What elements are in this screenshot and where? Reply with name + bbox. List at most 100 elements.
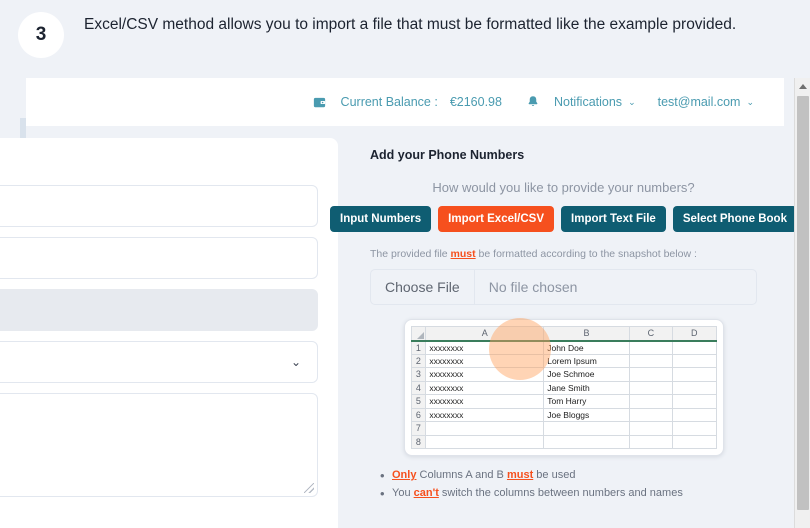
resize-handle-icon[interactable] [304, 483, 314, 493]
account-email[interactable]: test@mail.com [658, 95, 741, 109]
app-viewport: Current Balance : €2160.98 Notifications… [0, 78, 810, 528]
logo-placeholder[interactable] [40, 89, 124, 115]
cell-a1[interactable]: xxxxxxxx [425, 340, 545, 355]
cell-a2[interactable]: xxxxxxxx [425, 353, 545, 368]
spreadsheet-table: A B C D 1 xxxxxxxx John Doe 2 xxxxxxxx Lorem … [410, 326, 717, 449]
import-excel-csv-button[interactable]: Import Excel/CSV [438, 206, 555, 232]
file-status-text: No file chosen [488, 279, 578, 295]
cell-a8[interactable] [425, 434, 545, 449]
balance-value: €2160.98 [449, 95, 502, 109]
cell-d7[interactable] [672, 421, 717, 436]
cell-a5[interactable]: xxxxxxxx [425, 394, 545, 409]
import-text-file-button[interactable]: Import Text File [561, 206, 666, 232]
row-header: 2 [410, 353, 427, 368]
column-header-a: A [425, 326, 545, 342]
method-button-group: Input Numbers Import Excel/CSV Import Te… [330, 206, 797, 232]
cell-c2[interactable] [628, 353, 674, 368]
row-header: 4 [410, 380, 427, 395]
cell-a4[interactable]: xxxxxxxx [425, 380, 545, 395]
file-upload-row[interactable]: Choose File No file chosen [370, 269, 757, 305]
format-note-after: be formatted according to the snapshot b… [475, 248, 697, 260]
format-note-highlight: must [450, 248, 476, 260]
list-item: Only Columns A and B must be used [380, 465, 757, 487]
cell-a3[interactable]: xxxxxxxx [425, 367, 545, 382]
cell-d3[interactable] [672, 367, 717, 382]
spreadsheet-body: 1 xxxxxxxx John Doe 2 xxxxxxxx Lorem Ipsum 3 xx… [410, 340, 717, 449]
cell-c7[interactable] [628, 421, 674, 436]
column-header-b: B [543, 326, 630, 342]
cell-d4[interactable] [672, 380, 717, 395]
step-number-badge: 3 [18, 12, 64, 58]
table-row: 3 xxxxxxxx Joe Schmoe [410, 367, 717, 382]
row-header: 3 [410, 367, 427, 382]
select-all-corner-icon [410, 326, 427, 342]
cell-d1[interactable] [672, 340, 717, 355]
cell-c6[interactable] [628, 407, 674, 422]
input-numbers-button[interactable]: Input Numbers [330, 206, 432, 232]
table-row: 7 [410, 421, 717, 436]
cell-b4[interactable]: Jane Smith [543, 380, 630, 395]
table-row: 5 xxxxxxxx Tom Harry [410, 394, 717, 409]
table-row: 6 xxxxxxxx Joe Bloggs [410, 407, 717, 422]
row-header: 5 [410, 394, 427, 409]
cell-b1[interactable]: John Doe [543, 340, 630, 355]
row-header: 1 [410, 340, 427, 355]
cell-c3[interactable] [628, 367, 674, 382]
sender-name-field: Name [0, 289, 318, 331]
rule-highlight-1: can't [413, 487, 439, 500]
bell-icon[interactable] [517, 87, 548, 117]
cell-d6[interactable] [672, 407, 717, 422]
rule-mid: switch the columns between numbers and n… [438, 487, 683, 500]
rule-mid: Columns A and B [416, 469, 507, 481]
table-row: 1 xxxxxxxx John Doe [410, 340, 717, 355]
cell-a6[interactable]: xxxxxxxx [425, 407, 545, 422]
cell-c1[interactable] [628, 340, 674, 355]
scrollbar-thumb[interactable] [797, 96, 809, 510]
chevron-down-icon[interactable]: ⌄ [746, 97, 754, 108]
phone-numbers-title: Add your Phone Numbers [370, 148, 525, 162]
campaign-description-field[interactable]: cription [0, 237, 318, 279]
cell-b3[interactable]: Joe Schmoe [543, 367, 630, 382]
cell-b6[interactable]: Joe Bloggs [543, 407, 630, 422]
cell-b7[interactable] [543, 421, 630, 436]
rule-prefix: You [392, 487, 414, 500]
cell-c5[interactable] [628, 394, 674, 409]
format-rules-list: Only Columns A and B must be used You ca… [370, 465, 757, 505]
format-note-before: The provided file [370, 248, 451, 260]
phone-numbers-panel: Add your Phone Numbers How would you lik… [330, 138, 797, 528]
cell-b2[interactable]: Lorem Ipsum [543, 353, 630, 368]
chevron-down-icon[interactable]: ⌄ [291, 355, 301, 369]
cell-b8[interactable] [543, 434, 630, 449]
cell-c4[interactable] [628, 380, 674, 395]
nav-right-group: Current Balance : €2160.98 Notifications… [304, 87, 784, 117]
rule-suffix: be used [533, 469, 576, 481]
campaign-name-field[interactable]: ne [0, 185, 318, 227]
top-navigation-bar: Current Balance : €2160.98 Notifications… [26, 78, 784, 126]
wallet-icon [304, 87, 335, 117]
message-textarea[interactable]: sage [0, 393, 318, 497]
chevron-down-icon[interactable]: ⌄ [628, 97, 636, 108]
row-header: 6 [410, 407, 427, 422]
row-header: 8 [410, 434, 427, 449]
select-phone-book-button[interactable]: Select Phone Book [672, 206, 797, 232]
vertical-scrollbar[interactable] [794, 78, 810, 528]
balance-label: Current Balance : [340, 95, 438, 109]
cell-d8[interactable] [672, 434, 717, 449]
campaign-type-select[interactable]: ampaign ⌄ [0, 341, 318, 383]
notifications-label[interactable]: Notifications [554, 95, 622, 109]
rule-highlight-1: Only [392, 469, 417, 481]
cell-a7[interactable] [425, 421, 545, 436]
scroll-up-arrow-icon[interactable] [795, 78, 810, 94]
cell-d2[interactable] [672, 353, 717, 368]
format-note: The provided file must be formatted acco… [370, 248, 757, 260]
column-header-d: D [672, 326, 717, 342]
table-row: 8 [410, 434, 717, 449]
cell-b5[interactable]: Tom Harry [543, 394, 630, 409]
cell-c8[interactable] [628, 434, 674, 449]
choose-file-button[interactable]: Choose File [371, 270, 475, 304]
rule-highlight-2: must [506, 469, 534, 481]
cell-d5[interactable] [672, 394, 717, 409]
list-item: You can't switch the columns between num… [380, 483, 757, 505]
provide-numbers-question: How would you like to provide your numbe… [432, 180, 695, 195]
column-header-c: C [628, 326, 674, 342]
